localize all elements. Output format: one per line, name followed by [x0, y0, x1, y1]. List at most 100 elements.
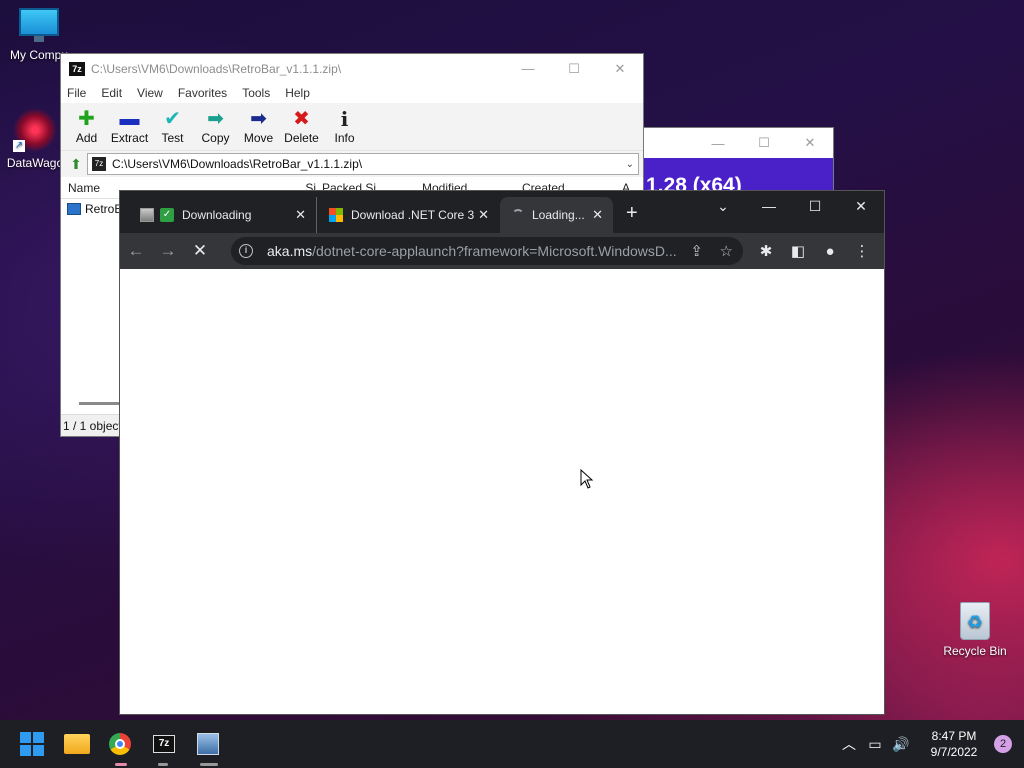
installer-titlebar: — ☐ ✕: [644, 128, 833, 158]
page-content[interactable]: [120, 269, 884, 714]
profile-icon[interactable]: ●: [814, 243, 846, 260]
add-button[interactable]: ✚ Add: [65, 103, 108, 145]
url-host: aka.ms: [267, 243, 313, 259]
close-icon: ✕: [614, 60, 626, 76]
chevron-down-icon: ⌄: [717, 197, 729, 214]
forward-button[interactable]: →: [152, 235, 184, 267]
tab-downloading[interactable]: ✓ Downloading ✕: [128, 197, 316, 233]
list-item-name: RetroB: [85, 202, 123, 216]
move-button[interactable]: ➡ Move: [237, 103, 280, 145]
volume-icon[interactable]: 🔊: [888, 736, 914, 753]
profile-avatar-icon: [140, 208, 154, 222]
move-arrow-icon: ➡: [250, 108, 267, 130]
minimize-button[interactable]: —: [746, 191, 792, 221]
back-button[interactable]: ←: [120, 235, 152, 267]
window-title: C:\Users\VM6\Downloads\RetroBar_v1.1.1.z…: [91, 61, 342, 76]
chrome-window[interactable]: ✓ Downloading ✕ Download .NET Core 3 ✕ L…: [119, 190, 885, 715]
delete-x-icon: ✖: [293, 108, 310, 130]
close-tab-icon[interactable]: ✕: [295, 207, 306, 223]
system-tray: ︿ ▭ 🔊 8:47 PM 9/7/2022 2: [836, 720, 1024, 768]
tab-search-button[interactable]: ⌄: [700, 191, 746, 221]
plus-icon: +: [626, 202, 638, 224]
taskbar-installer[interactable]: [186, 720, 230, 768]
menu-bar: File Edit View Favorites Tools Help: [61, 83, 643, 103]
menu-help[interactable]: Help: [285, 86, 310, 100]
notification-badge[interactable]: 2: [994, 735, 1012, 753]
microsoft-icon: [329, 208, 343, 222]
computer-icon: [17, 8, 61, 44]
clock[interactable]: 8:47 PM 9/7/2022: [922, 728, 986, 760]
info-icon: i: [340, 107, 349, 131]
minimize-button[interactable]: —: [505, 54, 551, 83]
menu-kebab-icon[interactable]: ⋮: [846, 242, 878, 260]
extract-button[interactable]: ▬ Extract: [108, 103, 151, 145]
7zip-app-icon: 7z: [69, 61, 85, 76]
close-button[interactable]: ✕: [838, 191, 884, 221]
folder-icon: [67, 203, 81, 215]
taskbar-chrome[interactable]: [98, 720, 142, 768]
check-icon: ✓: [160, 208, 174, 222]
arrow-left-icon: ←: [127, 241, 145, 260]
active-app-indicator: [115, 763, 127, 766]
datawagon-icon: ↗: [13, 108, 57, 152]
delete-button[interactable]: ✖ Delete: [280, 103, 323, 145]
folder-up-icon[interactable]: ⬆: [65, 154, 87, 174]
test-button[interactable]: ✔ Test: [151, 103, 194, 145]
close-icon[interactable]: ✕: [787, 135, 833, 151]
maximize-button[interactable]: ☐: [792, 191, 838, 221]
maximize-icon: ☐: [568, 60, 580, 76]
chevron-up-icon[interactable]: ︿: [836, 734, 862, 754]
stop-x-icon: ✕: [192, 241, 208, 260]
start-button[interactable]: [10, 720, 54, 768]
network-icon[interactable]: ▭: [862, 736, 888, 753]
close-button[interactable]: ✕: [597, 54, 643, 83]
info-button[interactable]: i Info: [323, 103, 366, 145]
running-app-indicator: [158, 763, 168, 766]
taskbar: 7z ︿ ▭ 🔊 8:47 PM 9/7/2022 2: [0, 720, 1024, 768]
maximize-icon: ☐: [808, 197, 822, 214]
7zip-icon: 7z: [153, 735, 175, 753]
minimize-icon[interactable]: —: [695, 136, 741, 151]
menu-favorites[interactable]: Favorites: [178, 86, 227, 100]
close-tab-icon[interactable]: ✕: [478, 207, 489, 223]
bookmark-star-icon[interactable]: ☆: [720, 242, 733, 260]
url-path: /dotnet-core-applaunch?framework=Microso…: [312, 243, 677, 259]
minus-icon: ▬: [119, 108, 140, 130]
close-tab-icon[interactable]: ✕: [592, 207, 603, 223]
extensions-icon[interactable]: ✱: [750, 242, 782, 260]
archive-icon: 7z: [92, 157, 106, 171]
tab-download-dotnet[interactable]: Download .NET Core 3 ✕: [316, 197, 499, 233]
menu-tools[interactable]: Tools: [242, 86, 270, 100]
taskbar-file-explorer[interactable]: [55, 720, 99, 768]
new-tab-button[interactable]: +: [626, 203, 638, 223]
copy-arrow-icon: ➡: [207, 108, 224, 130]
running-app-indicator: [200, 763, 218, 766]
desktop-icon-recycle-bin[interactable]: ♻ Recycle Bin: [938, 598, 1012, 658]
address-bar[interactable]: i aka.ms/dotnet-core-applaunch?framework…: [231, 237, 743, 265]
status-text: 1 / 1 object: [63, 418, 122, 433]
share-icon[interactable]: ⇪: [690, 242, 703, 260]
address-field[interactable]: 7z C:\Users\VM6\Downloads\RetroBar_v1.1.…: [87, 153, 639, 175]
menu-file[interactable]: File: [67, 86, 86, 100]
maximize-button[interactable]: ☐: [551, 54, 597, 83]
stop-button[interactable]: ✕: [184, 235, 216, 267]
tab-strip: ✓ Downloading ✕ Download .NET Core 3 ✕ L…: [120, 191, 884, 233]
menu-edit[interactable]: Edit: [101, 86, 122, 100]
side-panel-icon[interactable]: ◧: [782, 242, 814, 260]
shortcut-arrow-icon: ↗: [13, 140, 25, 152]
check-icon: ✔: [164, 108, 181, 130]
copy-button[interactable]: ➡ Copy: [194, 103, 237, 145]
site-info-icon[interactable]: i: [239, 244, 253, 258]
maximize-icon[interactable]: ☐: [741, 135, 787, 151]
chrome-icon: [109, 733, 131, 755]
chevron-down-icon[interactable]: ⌄: [626, 159, 634, 170]
menu-view[interactable]: View: [137, 86, 163, 100]
clock-date: 9/7/2022: [930, 745, 978, 759]
7zip-toolbar: ✚ Add ▬ Extract ✔ Test ➡ Copy ➡ Move ✖ Delete …: [61, 103, 643, 151]
taskbar-7zip[interactable]: 7z: [142, 720, 186, 768]
tab-title: Download .NET Core 3: [351, 208, 475, 222]
tab-title: Downloading: [182, 208, 252, 222]
tab-loading[interactable]: Loading... ✕: [500, 197, 613, 233]
installer-icon: [197, 733, 219, 755]
installer-window[interactable]: — ☐ ✕ 1.28 (x64): [643, 127, 834, 198]
